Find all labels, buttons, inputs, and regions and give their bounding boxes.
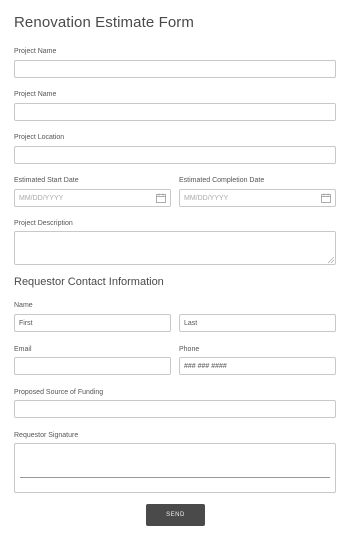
form-title: Renovation Estimate Form [14,14,194,31]
project-description-textarea[interactable] [14,231,336,265]
email-label: Email [14,346,32,353]
last-name-input[interactable]: Last [179,314,336,332]
phone-input[interactable]: ### ### #### [179,357,336,375]
calendar-icon[interactable] [156,193,166,203]
project-description-label: Project Description [14,220,73,227]
section-title: Requestor Contact Information [14,276,164,288]
completion-date-placeholder: MM/DD/YYYY [184,194,229,202]
project-name-input[interactable] [14,60,336,78]
funding-input[interactable] [14,400,336,418]
start-date-label: Estimated Start Date [14,177,79,184]
send-button[interactable]: SEND [146,504,205,526]
calendar-icon[interactable] [321,193,331,203]
signature-line [20,477,330,478]
project-name-2-input[interactable] [14,103,336,121]
start-date-input[interactable]: MM/DD/YYYY [14,189,171,207]
project-name-2-label: Project Name [14,91,57,98]
resize-grip-icon[interactable] [328,257,334,263]
completion-date-input[interactable]: MM/DD/YYYY [179,189,336,207]
signature-pad[interactable] [14,443,336,493]
completion-date-label: Estimated Completion Date [179,177,265,184]
project-name-label: Project Name [14,48,57,55]
name-label: Name [14,302,33,309]
project-location-label: Project Location [14,134,65,141]
project-location-input[interactable] [14,146,336,164]
funding-label: Proposed Source of Funding [14,389,104,396]
phone-label: Phone [179,346,200,353]
first-name-input[interactable]: First [14,314,171,332]
signature-label: Requestor Signature [14,432,79,439]
email-input[interactable] [14,357,171,375]
start-date-placeholder: MM/DD/YYYY [19,194,64,202]
